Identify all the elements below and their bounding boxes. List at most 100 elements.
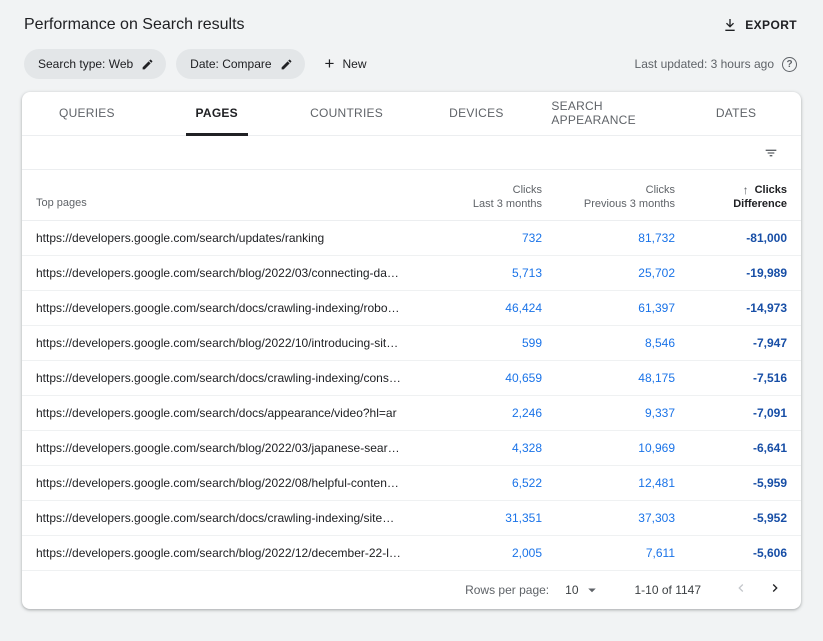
rows-per-page-label: Rows per page: (465, 583, 549, 597)
edit-pencil-icon (141, 58, 154, 71)
table-row[interactable]: https://developers.google.com/search/doc… (22, 291, 801, 326)
clicks-previous-value: 37,303 (542, 511, 675, 525)
clicks-difference-value: -7,947 (675, 336, 787, 350)
clicks-previous-value: 7,611 (542, 546, 675, 560)
clicks-previous-value: 81,732 (542, 231, 675, 245)
export-label: EXPORT (745, 18, 797, 32)
clicks-last-value: 4,328 (412, 441, 542, 455)
plus-icon: + (325, 55, 335, 72)
clicks-difference-value: -14,973 (675, 301, 787, 315)
table-row[interactable]: https://developers.google.com/search/blo… (22, 326, 801, 361)
rows-per-page-value: 10 (565, 583, 578, 597)
dropdown-caret-icon (583, 581, 601, 599)
page-url: https://developers.google.com/search/blo… (36, 336, 412, 350)
table-row[interactable]: https://developers.google.com/search/doc… (22, 361, 801, 396)
clicks-last-line1: Clicks (513, 183, 542, 197)
filter-table-button[interactable] (759, 141, 783, 165)
tab-devices[interactable]: DEVICES (411, 92, 541, 135)
date-compare-chip[interactable]: Date: Compare (176, 49, 304, 79)
clicks-prev-line2: Previous 3 months (584, 197, 675, 211)
column-header-clicks-last[interactable]: Clicks Last 3 months (412, 183, 542, 211)
page-header: Performance on Search results EXPORT (0, 0, 823, 44)
page-url: https://developers.google.com/search/blo… (36, 546, 412, 560)
edit-pencil-icon (280, 58, 293, 71)
table-row[interactable]: https://developers.google.com/search/doc… (22, 396, 801, 431)
page-url: https://developers.google.com/search/blo… (36, 476, 412, 490)
clicks-difference-value: -5,959 (675, 476, 787, 490)
table-header-row: Top pages Clicks Last 3 months Clicks Pr… (22, 170, 801, 221)
clicks-difference-value: -7,516 (675, 371, 787, 385)
tab-countries[interactable]: COUNTRIES (282, 92, 412, 135)
column-header-top-pages[interactable]: Top pages (36, 197, 412, 211)
chevron-right-icon (767, 580, 783, 599)
tab-devices-label: DEVICES (439, 92, 513, 136)
table-body: https://developers.google.com/search/upd… (22, 221, 801, 571)
sort-ascending-icon[interactable]: ↑ (743, 183, 749, 197)
filter-list-icon (763, 145, 779, 161)
page-url: https://developers.google.com/search/upd… (36, 231, 412, 245)
tab-dates[interactable]: DATES (671, 92, 801, 135)
clicks-previous-value: 12,481 (542, 476, 675, 490)
clicks-last-value: 5,713 (412, 266, 542, 280)
clicks-difference-value: -5,606 (675, 546, 787, 560)
table-row[interactable]: https://developers.google.com/search/upd… (22, 221, 801, 256)
clicks-previous-value: 10,969 (542, 441, 675, 455)
column-header-clicks-difference[interactable]: ↑ Clicks Difference (675, 183, 787, 211)
table-row[interactable]: https://developers.google.com/search/blo… (22, 536, 801, 571)
clicks-last-value: 599 (412, 336, 542, 350)
page-url: https://developers.google.com/search/doc… (36, 511, 412, 525)
table-row[interactable]: https://developers.google.com/search/blo… (22, 431, 801, 466)
table-row[interactable]: https://developers.google.com/search/blo… (22, 256, 801, 291)
clicks-difference-value: -6,641 (675, 441, 787, 455)
next-page-button[interactable] (765, 578, 785, 601)
clicks-last-value: 40,659 (412, 371, 542, 385)
tab-pages-label: PAGES (186, 92, 248, 136)
clicks-previous-value: 25,702 (542, 266, 675, 280)
help-icon[interactable]: ? (782, 57, 797, 72)
table-toolbar (22, 136, 801, 170)
page-url: https://developers.google.com/search/doc… (36, 371, 412, 385)
new-filter-button[interactable]: + New (325, 56, 367, 73)
tab-search-appearance[interactable]: SEARCH APPEARANCE (541, 92, 671, 135)
page-url: https://developers.google.com/search/doc… (36, 406, 412, 420)
last-updated-text: Last updated: 3 hours ago (635, 57, 774, 71)
performance-table-card: QUERIES PAGES COUNTRIES DEVICES SEARCH A… (22, 92, 801, 609)
tab-countries-label: COUNTRIES (300, 92, 393, 136)
date-compare-chip-label: Date: Compare (190, 57, 271, 71)
tab-pages[interactable]: PAGES (152, 92, 282, 135)
clicks-last-line2: Last 3 months (473, 197, 542, 211)
page-title: Performance on Search results (24, 16, 245, 34)
clicks-previous-value: 9,337 (542, 406, 675, 420)
tab-queries-label: QUERIES (49, 92, 125, 136)
download-icon (722, 17, 738, 33)
search-type-chip[interactable]: Search type: Web (24, 49, 166, 79)
clicks-difference-value: -19,989 (675, 266, 787, 280)
tab-dates-label: DATES (706, 92, 766, 136)
column-header-clicks-previous[interactable]: Clicks Previous 3 months (542, 183, 675, 211)
clicks-last-value: 31,351 (412, 511, 542, 525)
new-filter-label: New (342, 57, 366, 71)
clicks-previous-value: 48,175 (542, 371, 675, 385)
rows-per-page-select[interactable]: Rows per page: 10 (465, 581, 600, 599)
search-type-chip-label: Search type: Web (38, 57, 133, 71)
tab-search-appearance-label: SEARCH APPEARANCE (541, 92, 671, 136)
clicks-diff-line2: Difference (733, 197, 787, 211)
pagination-range: 1-10 of 1147 (635, 583, 702, 597)
page-url: https://developers.google.com/search/blo… (36, 266, 412, 280)
table-row[interactable]: https://developers.google.com/search/blo… (22, 466, 801, 501)
previous-page-button[interactable] (731, 578, 751, 601)
table-footer: Rows per page: 10 1-10 of 1147 (22, 571, 801, 608)
page-url: https://developers.google.com/search/doc… (36, 301, 412, 315)
clicks-previous-value: 8,546 (542, 336, 675, 350)
clicks-difference-value: -81,000 (675, 231, 787, 245)
filter-bar: Search type: Web Date: Compare + New Las… (0, 44, 823, 92)
clicks-difference-value: -7,091 (675, 406, 787, 420)
tab-queries[interactable]: QUERIES (22, 92, 152, 135)
clicks-last-value: 6,522 (412, 476, 542, 490)
table-row[interactable]: https://developers.google.com/search/doc… (22, 501, 801, 536)
chevron-left-icon (733, 580, 749, 599)
clicks-last-value: 46,424 (412, 301, 542, 315)
export-button[interactable]: EXPORT (722, 17, 797, 33)
clicks-prev-line1: Clicks (646, 183, 675, 197)
clicks-last-value: 2,005 (412, 546, 542, 560)
